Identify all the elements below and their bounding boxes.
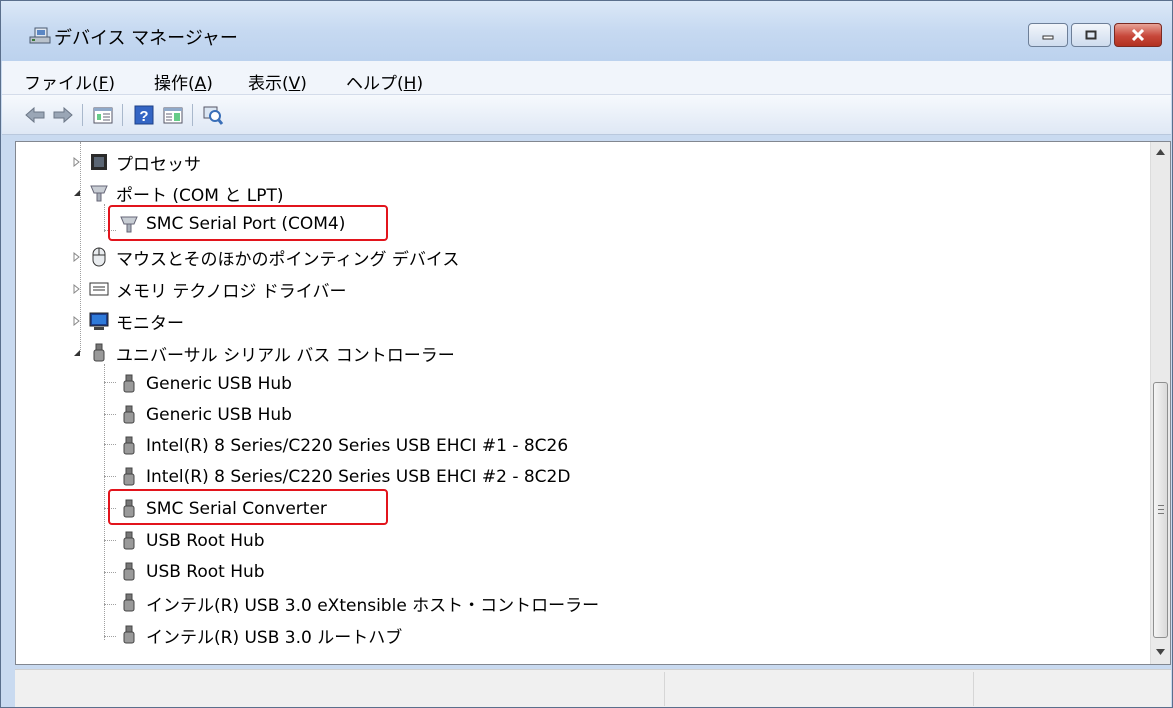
usb-icon [123,625,135,644]
usb-icon [123,374,135,393]
tree-connector [104,604,116,605]
monitor-icon [89,312,109,330]
scroll-up-button[interactable] [1151,142,1170,162]
collapse-arrow-icon[interactable] [72,188,82,198]
tree-node-generic-usb-hub-1[interactable]: Generic USB Hub [118,369,292,399]
mouse-icon [92,247,106,267]
highlight-box [108,489,388,525]
minimize-button[interactable] [1028,23,1068,47]
close-icon [1131,29,1145,41]
tree-node-mouse[interactable]: マウスとそのほかのポインティング デバイス [88,242,459,272]
tree-node-usb-root-hub-1[interactable]: USB Root Hub [118,526,265,556]
usb-icon [123,436,135,455]
tree-node-intel-ehci-1[interactable]: Intel(R) 8 Series/C220 Series USB EHCI #… [118,431,568,461]
tree-node-monitor[interactable]: モニター [88,306,184,336]
scan-hardware-icon[interactable] [202,104,224,126]
scroll-down-button[interactable] [1151,642,1170,662]
tree-node-label: マウスとそのほかのポインティング デバイス [116,249,460,270]
toolbar-separator [122,104,123,126]
tree-node-ports[interactable]: ポート (COM と LPT) [88,178,284,208]
forward-arrow-icon[interactable] [52,104,74,126]
tree-node-memory[interactable]: メモリ テクノロジ ドライバー [88,274,346,304]
device-manager-icon [29,27,51,44]
port-icon [90,185,108,202]
tree-node-label: メモリ テクノロジ ドライバー [116,281,347,302]
expand-arrow-icon[interactable] [72,316,82,326]
highlight-box [108,205,388,241]
usb-icon [123,593,135,612]
maximize-button[interactable] [1071,23,1111,47]
tree-node-label: プロセッサ [116,154,201,175]
vertical-scrollbar[interactable] [1150,142,1170,664]
scrollbar-grip [1158,505,1164,514]
collapse-arrow-icon[interactable] [72,348,82,358]
tree-connector [104,382,116,383]
usb-icon [123,531,135,550]
tree-connector [104,636,116,637]
close-button[interactable] [1114,23,1162,47]
tree-node-label: ユニバーサル シリアル バス コントローラー [116,345,455,366]
status-bar [15,669,1171,707]
help-icon[interactable]: ? [133,104,155,126]
tree-node-generic-usb-hub-2[interactable]: Generic USB Hub [118,400,292,430]
expand-arrow-icon[interactable] [72,284,82,294]
tree-node-label: Intel(R) 8 Series/C220 Series USB EHCI #… [146,436,569,456]
usb-icon [123,467,135,486]
menu-help[interactable]: ヘルプ(H) [346,69,423,94]
tree-connector [104,364,105,640]
properties-icon[interactable] [92,104,114,126]
tree-node-label: USB Root Hub [146,562,265,582]
scrollbar-thumb[interactable] [1153,382,1168,638]
scroll-down-icon [1156,649,1165,655]
processor-icon [91,154,107,170]
tree-node-label: USB Root Hub [146,531,265,551]
tree-node-usb-controllers[interactable]: ユニバーサル シリアル バス コントローラー [88,338,455,368]
expand-arrow-icon[interactable] [72,157,82,167]
tree-node-label: インテル(R) USB 3.0 ルートハブ [146,627,403,648]
tree-connector [104,414,116,415]
usb-icon [123,405,135,424]
minimize-icon [1042,35,1054,40]
window-title: デバイス マネージャー [54,28,238,49]
tree-node-label: Intel(R) 8 Series/C220 Series USB EHCI #… [146,467,571,487]
tree-node-usb-root-hub-2[interactable]: USB Root Hub [118,557,265,587]
menu-bar: ファイル(F) 操作(A) 表示(V) ヘルプ(H) [2,61,1171,95]
memory-icon [89,282,109,296]
tree-node-label: インテル(R) USB 3.0 eXtensible ホスト・コントローラー [146,595,600,616]
back-arrow-icon[interactable] [24,104,46,126]
expand-arrow-icon[interactable] [72,252,82,262]
tree-connector [104,204,105,232]
tree-node-label: Generic USB Hub [146,374,292,394]
menu-action[interactable]: 操作(A) [154,69,213,94]
toolbar-separator [82,104,83,126]
tree-node-intel-ehci-2[interactable]: Intel(R) 8 Series/C220 Series USB EHCI #… [118,462,570,492]
maximize-icon [1085,30,1097,40]
tree-node-intel-usb3-root-hub[interactable]: インテル(R) USB 3.0 ルートハブ [118,620,402,650]
scroll-up-icon [1156,149,1165,155]
tree-node-label: Generic USB Hub [146,405,292,425]
toolbar-separator [192,104,193,126]
usb-icon [123,562,135,581]
device-tree[interactable]: プロセッサ ポート (COM と LPT) SMC Serial Port (C… [15,141,1171,665]
title-bar[interactable]: デバイス マネージャー [1,1,1172,61]
tree-connector [104,572,116,573]
device-manager-window: デバイス マネージャー ファイル(F) 操作(A) 表示(V) ヘルプ(H) ?… [0,0,1173,708]
tree-connector [104,540,116,541]
action-pane-icon[interactable] [162,104,184,126]
menu-view[interactable]: 表示(V) [248,69,307,94]
menu-file[interactable]: ファイル(F) [24,69,115,94]
tree-node-intel-usb3-host[interactable]: インテル(R) USB 3.0 eXtensible ホスト・コントローラー [118,588,599,618]
tree-node-label: モニター [116,313,184,334]
usb-icon [93,343,105,362]
tree-node-label: ポート (COM と LPT) [116,185,284,206]
status-pane [973,672,974,706]
tree-node-processor[interactable]: プロセッサ [88,147,201,177]
svg-text:?: ? [139,108,148,125]
toolbar: ? [2,95,1171,135]
status-pane [664,672,665,706]
tree-connector [104,476,116,477]
tree-connector [104,444,116,445]
